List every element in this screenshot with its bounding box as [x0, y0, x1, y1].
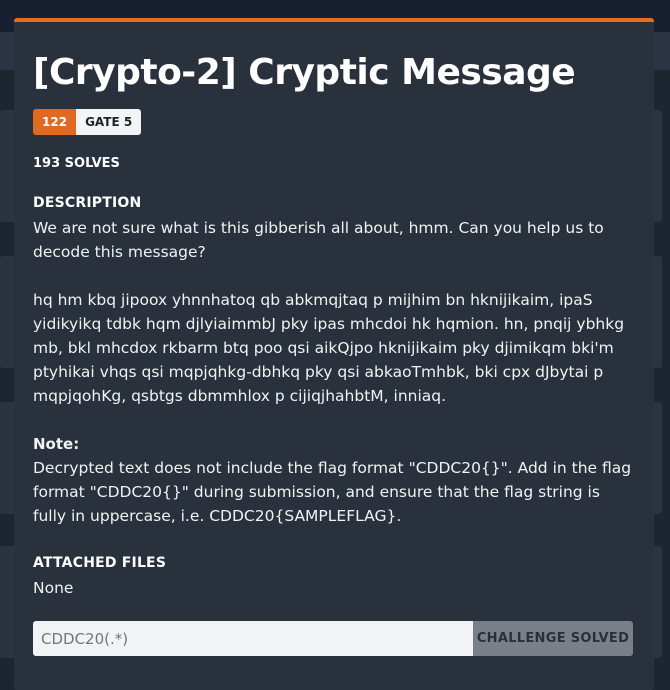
note-label: Note: — [33, 435, 80, 453]
flag-input[interactable] — [33, 621, 473, 656]
challenge-modal: [Crypto-2] Cryptic Message 122 GATE 5 19… — [14, 18, 654, 690]
attached-files-label: ATTACHED FILES — [33, 555, 167, 571]
flag-submit-row: CHALLENGE SOLVED — [33, 621, 633, 656]
points-badge: 122 — [33, 109, 77, 135]
description-label: DESCRIPTION — [33, 195, 142, 211]
attached-files-value: None — [33, 579, 74, 597]
challenge-title: [Crypto-2] Cryptic Message — [33, 52, 576, 93]
note-text: Decrypted text does not include the flag… — [33, 459, 632, 525]
badge-group: 122 GATE 5 — [33, 109, 142, 135]
solves-count: 193 SOLVES — [33, 156, 120, 171]
challenge-solved-button[interactable]: CHALLENGE SOLVED — [473, 621, 633, 656]
ciphertext-text: hq hm kbq jipoox yhnnhatoq qb abkmqjtaq … — [33, 291, 629, 405]
description-text: We are not sure what is this gibberish a… — [33, 219, 604, 261]
gate-badge: GATE 5 — [76, 109, 142, 135]
